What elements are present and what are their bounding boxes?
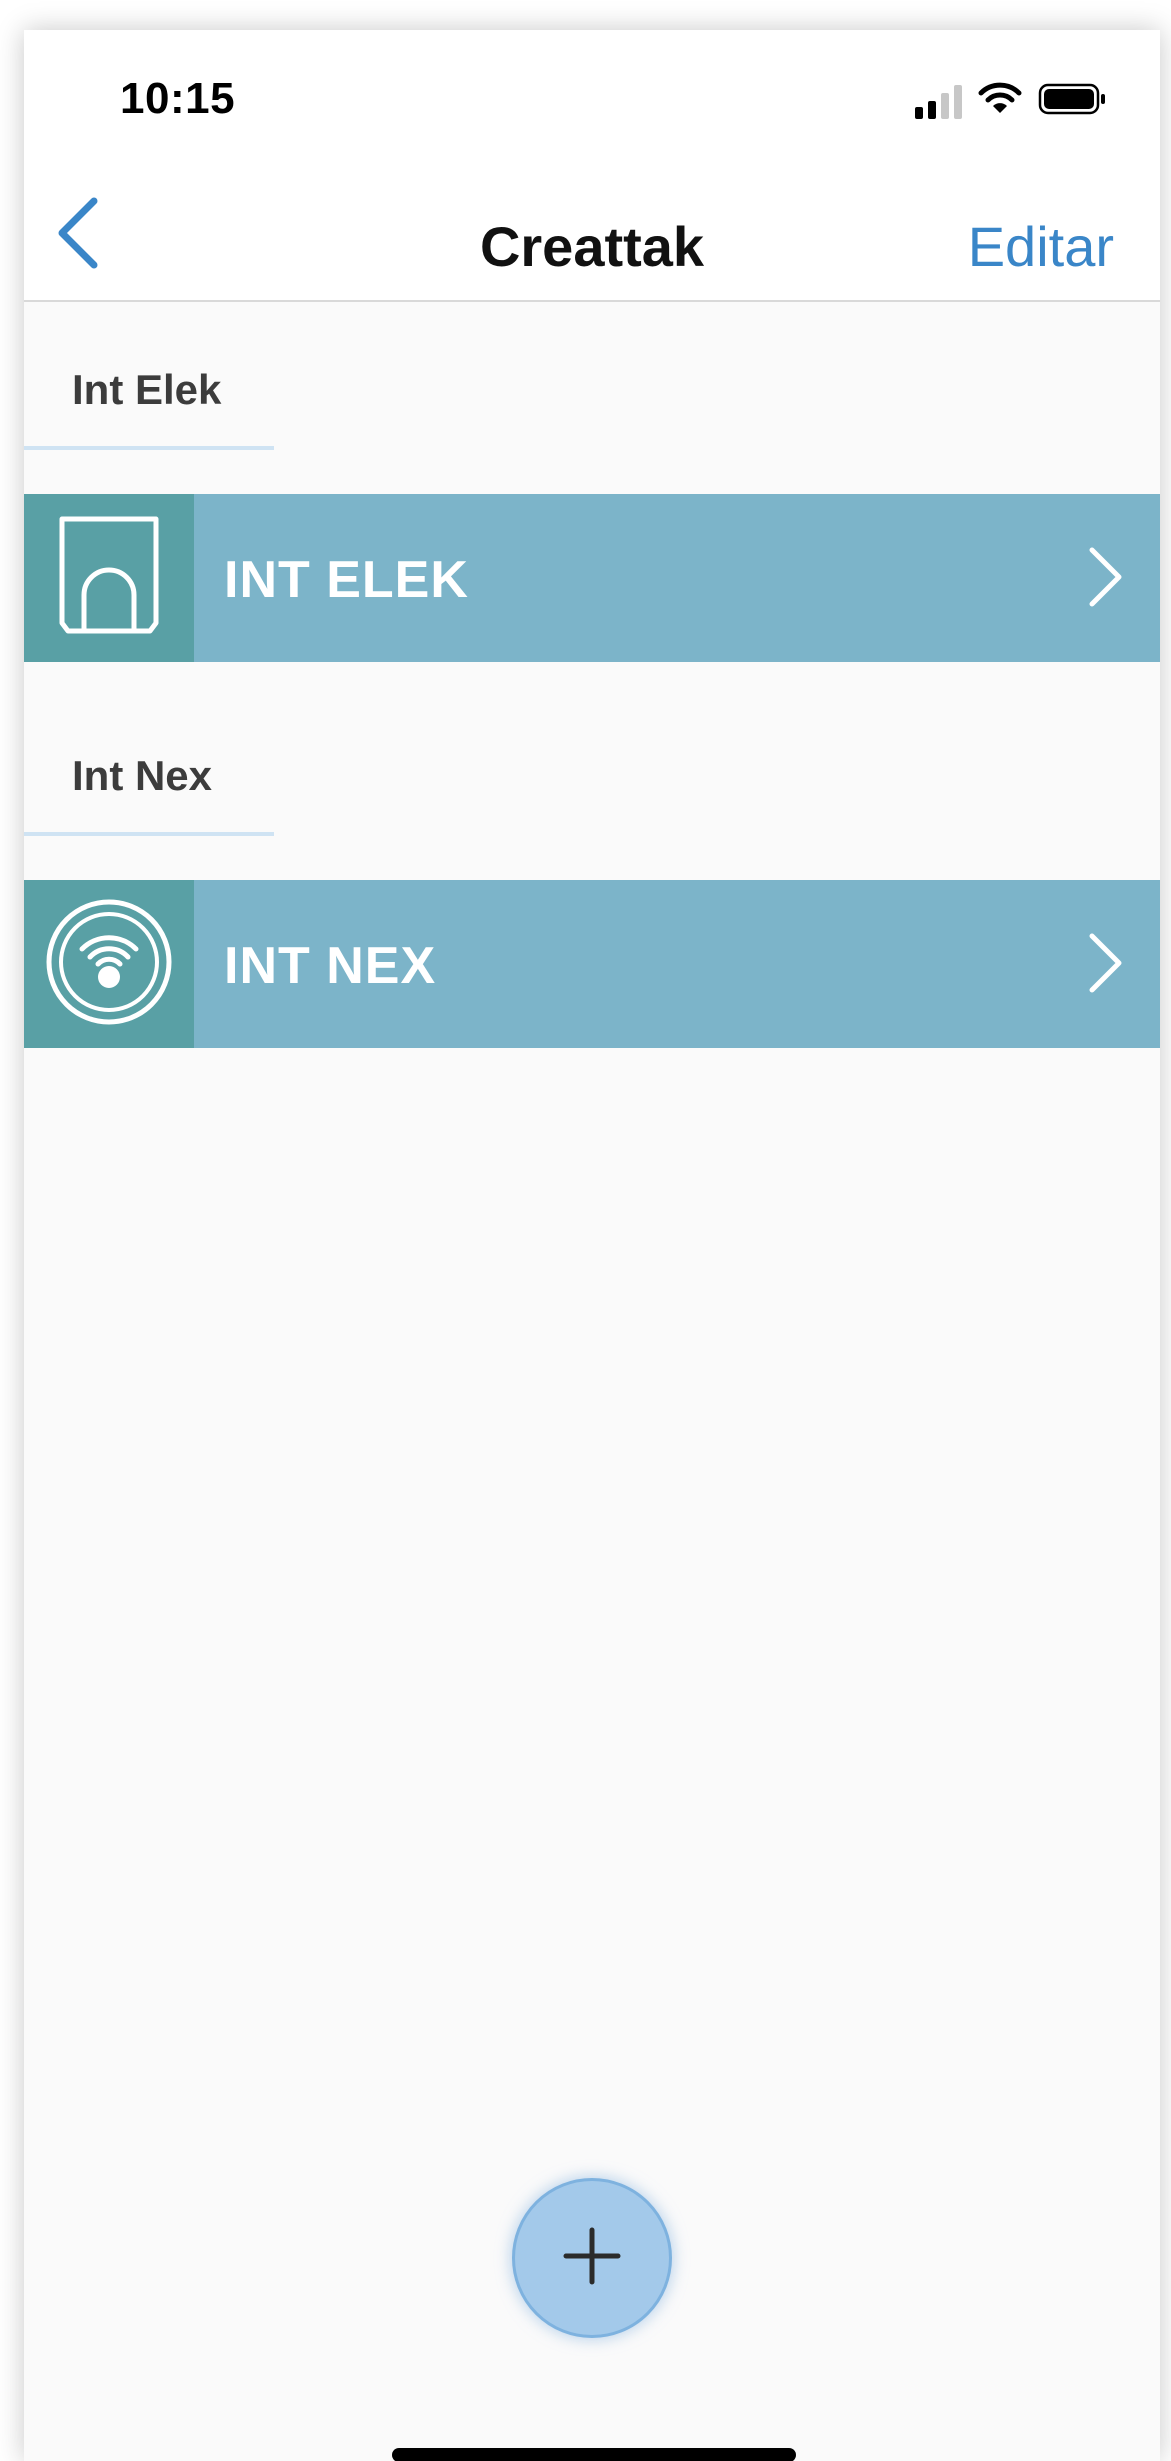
signal-icon [915,84,962,119]
section-header: Int Elek [24,346,274,450]
section-header: Int Nex [24,732,274,836]
chevron-right-icon [1088,546,1124,613]
list-item-label: INT ELEK [224,551,469,609]
status-time: 10:15 [120,74,236,123]
door-arch-icon [54,513,164,644]
list-item-int-nex[interactable]: INT NEX [24,880,1160,1048]
plus-icon [562,2226,622,2291]
status-icons [915,82,1108,121]
row-icon-box [24,494,194,662]
chevron-right-icon [1088,932,1124,999]
edit-button[interactable]: Editar [968,214,1114,279]
battery-icon [1038,82,1108,121]
wireless-sensor-icon [44,897,174,1032]
list-item-int-elek[interactable]: INT ELEK [24,494,1160,662]
wifi-icon [978,82,1022,121]
section-title: Int Elek [72,366,222,413]
section-title: Int Nex [72,752,213,799]
home-indicator[interactable] [392,2448,796,2461]
list-item-label: INT NEX [224,937,437,995]
add-button[interactable] [512,2178,672,2338]
status-bar: 10:15 [24,30,1160,170]
app-screen: 10:15 Creattak Editar Int Elek INT ELEK … [24,30,1160,2461]
row-icon-box [24,880,194,1048]
navigation-bar: Creattak Editar [24,170,1160,302]
